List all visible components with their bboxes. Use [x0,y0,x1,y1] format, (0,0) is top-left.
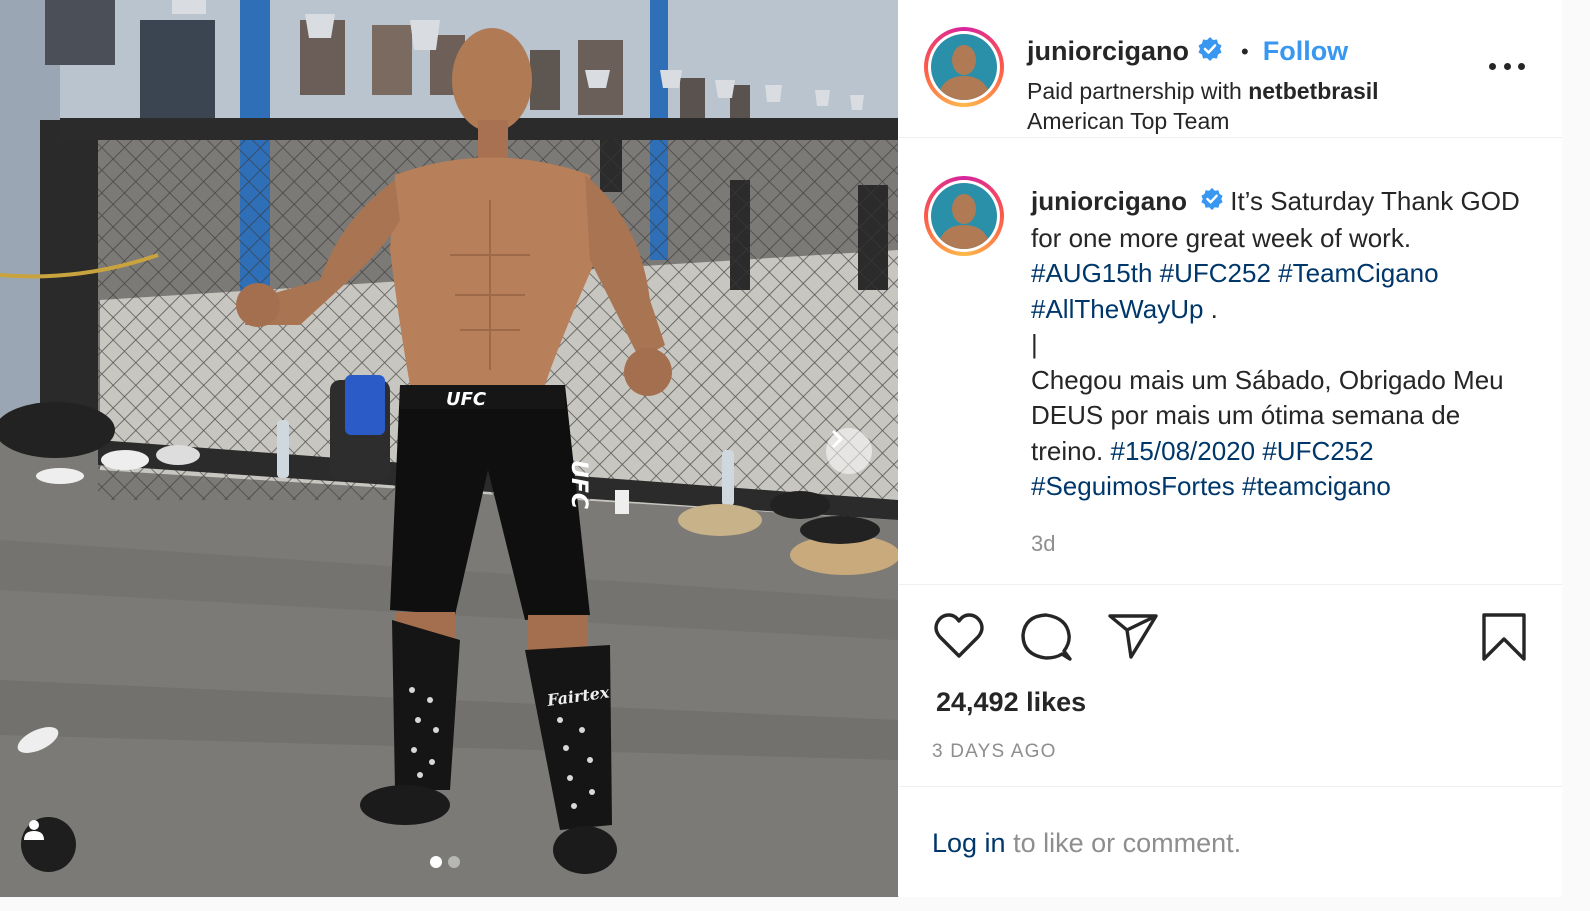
shorts-logo: UFC [446,389,487,410]
caption-author-avatar[interactable] [924,176,1004,256]
tagged-users-button[interactable] [21,817,76,872]
instagram-post: UFC UFC Fairtex juniorcigano • Follow Pa… [0,0,1562,897]
hashtag[interactable]: #TeamCigano [1278,258,1438,288]
hashtag[interactable]: #teamcigano [1242,471,1391,501]
post-header: juniorcigano • Follow Paid partnership w… [899,0,1562,138]
verified-badge-icon [1197,36,1223,67]
post-side-panel: juniorcigano • Follow Paid partnership w… [899,0,1562,897]
chevron-right-icon [832,430,843,448]
bookmark-icon[interactable] [1481,612,1527,667]
hashtag[interactable]: #UFC252 [1262,436,1373,466]
shorts-side-logo: UFC [566,460,591,509]
hashtag[interactable]: #AUG15th [1031,258,1152,288]
separator-dot: • [1241,38,1249,64]
hashtag[interactable]: #SeguimosFortes [1031,471,1235,501]
verified-badge-icon [1200,185,1224,221]
comment-icon[interactable] [1020,611,1072,668]
follow-button[interactable]: Follow [1263,36,1348,67]
avatar-photo [931,34,997,100]
caption-period: . [1210,293,1218,324]
caption-username[interactable]: juniorcigano [1031,186,1187,216]
avatar-photo [931,183,997,249]
post-date: 3 DAYS AGO [932,741,1057,762]
carousel-indicator [430,856,460,868]
hashtag[interactable]: #15/08/2020 [1111,436,1256,466]
share-icon[interactable] [1107,612,1159,665]
post-caption: juniorcigano It’s Saturday Thank GOD for… [1031,184,1531,505]
author-username[interactable]: juniorcigano [1027,36,1189,67]
partnership-label: Paid partnership with [1027,78,1242,104]
user-tag-icon [24,820,44,840]
login-link[interactable]: Log in [932,828,1006,858]
caption-section: juniorcigano It’s Saturday Thank GOD for… [899,139,1562,585]
paid-partnership: Paid partnership with netbetbrasil [1027,78,1379,105]
partner-link[interactable]: netbetbrasil [1248,78,1378,104]
photo-illustration: UFC UFC Fairtex [0,0,898,897]
post-location[interactable]: American Top Team [1027,108,1229,135]
login-prompt-text: to like or comment. [1013,828,1242,858]
action-bar: 24,492 likes 3 DAYS AGO [899,585,1562,787]
post-photo[interactable]: UFC UFC Fairtex [0,0,898,897]
header-title-row: juniorcigano • Follow [1027,36,1348,67]
likes-count[interactable]: 24,492 likes [936,687,1086,718]
login-prompt: Log in to like or comment. [932,828,1241,859]
caption-time: 3d [1031,531,1056,556]
carousel-dot [448,856,460,868]
heart-icon[interactable] [933,611,985,666]
hashtag[interactable]: #AllTheWayUp [1031,294,1203,324]
author-avatar[interactable] [924,27,1004,107]
carousel-dot-active [430,856,442,868]
hashtag[interactable]: #UFC252 [1160,258,1271,288]
more-options-icon[interactable] [1489,56,1525,76]
carousel-next-button[interactable] [826,428,872,474]
caption-divider: | [1031,329,1038,360]
